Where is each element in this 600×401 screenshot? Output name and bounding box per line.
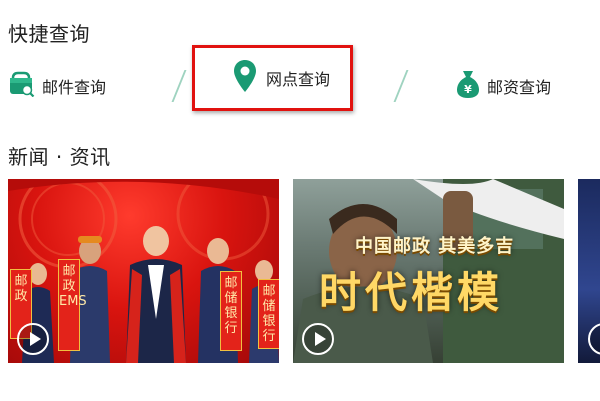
play-icon[interactable] [302, 323, 334, 355]
news-card[interactable]: 中国邮政 其美多吉 时代楷模 [293, 179, 564, 363]
banner-headline: 时代楷模 [319, 268, 504, 317]
news-section-title: 新闻 · 资讯 [8, 145, 111, 169]
svg-text:¥: ¥ [464, 83, 472, 96]
quick-query-title: 快捷查询 [8, 22, 90, 46]
outlet-query-button[interactable]: 网点查询 [192, 45, 353, 111]
couplet-scroll: 邮政EMS [58, 259, 87, 351]
mail-package-icon [9, 71, 35, 101]
couplet-scroll: 邮储银行 [258, 279, 279, 349]
location-pin-icon [233, 59, 257, 97]
news-card[interactable]: 邮政 邮政EMS 邮储银行 邮储银行 [8, 179, 279, 363]
play-icon[interactable] [17, 323, 49, 355]
postage-query-button[interactable]: ¥ 邮资查询 [456, 60, 551, 112]
page: 快捷查询 邮件查询 网点查询 ¥ 邮资查询 新闻 · 资讯 邮政 邮政EMS 邮… [0, 0, 600, 401]
postage-query-label: 邮资查询 [487, 78, 552, 97]
mail-query-button[interactable]: 邮件查询 [9, 60, 106, 112]
couplet-scroll: 邮储银行 [220, 271, 242, 351]
banner-subtitle: 中国邮政 其美多吉 [355, 236, 515, 257]
mail-query-label: 邮件查询 [42, 78, 107, 97]
news-card[interactable] [578, 179, 600, 363]
money-bag-icon: ¥ [456, 69, 480, 103]
divider [171, 70, 187, 102]
news-carousel: 邮政 邮政EMS 邮储银行 邮储银行 中国邮政 其美多吉 时代楷模 [0, 179, 600, 364]
quick-query-row: 邮件查询 网点查询 ¥ 邮资查询 [0, 45, 600, 115]
outlet-query-label: 网点查询 [266, 70, 331, 89]
divider [393, 70, 409, 102]
